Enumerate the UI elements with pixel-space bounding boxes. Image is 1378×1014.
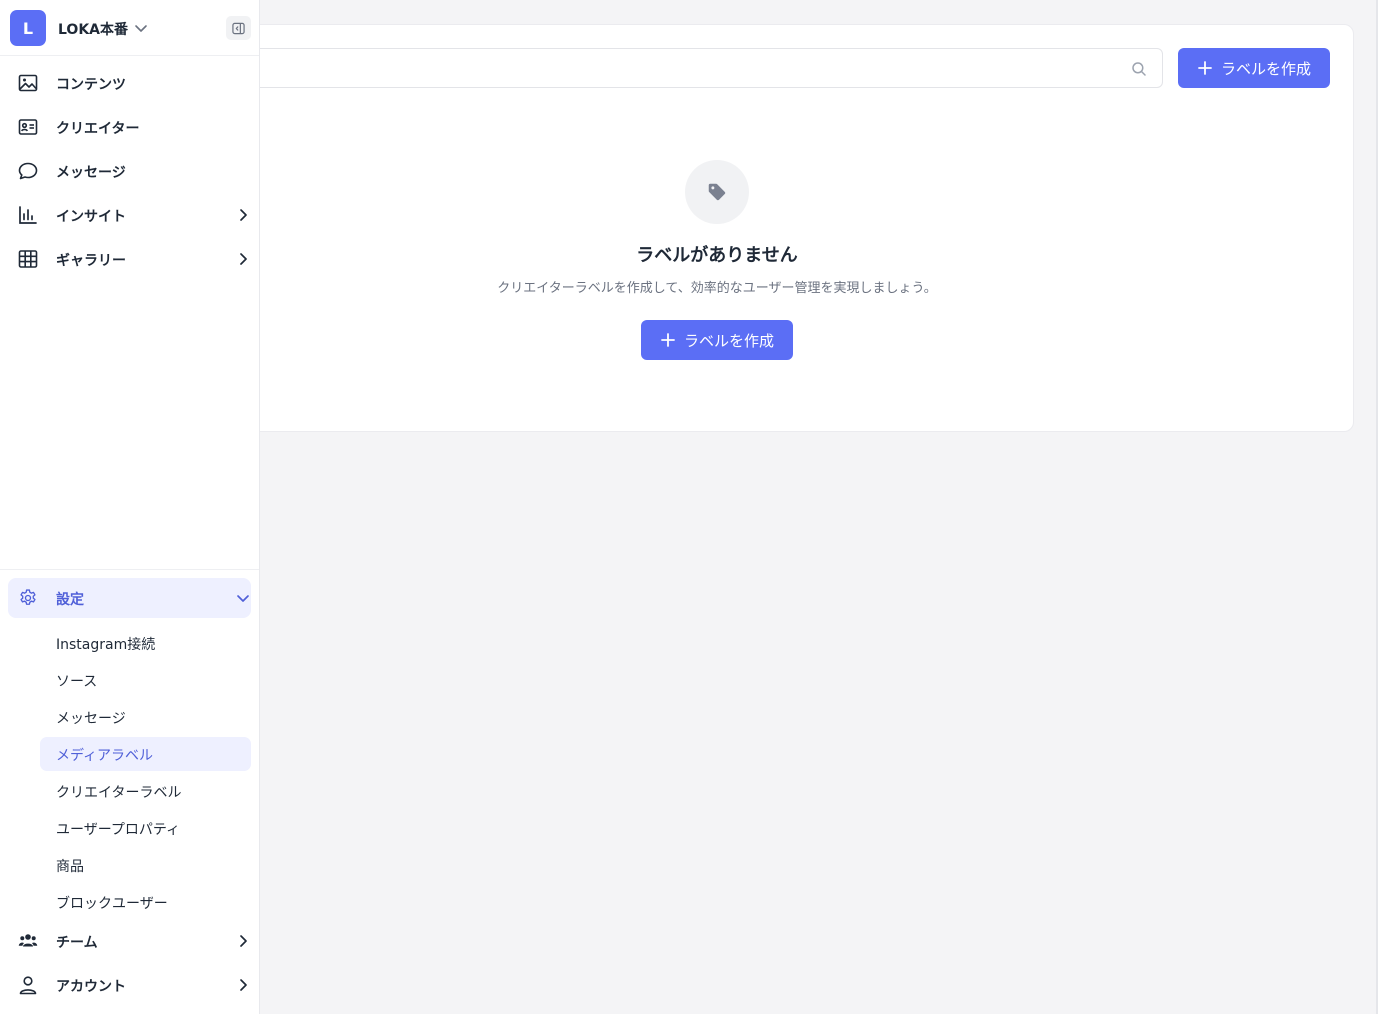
search-icon (1132, 62, 1146, 76)
empty-state-title: ラベルがありません (636, 245, 798, 266)
sidebar-item-label: コンテンツ (56, 77, 126, 93)
labels-card: ラベルを作成 ラベルがありません クリエイターラベルを作成して、効率的なユーザー… (236, 24, 1354, 432)
empty-state-description: クリエイターラベルを作成して、効率的なユーザー管理を実現しましょう。 (497, 281, 937, 296)
sidebar-item-gallery[interactable]: ギャラリー (8, 239, 251, 279)
settings-sub-item-blocked-users[interactable]: ブロックユーザー (40, 885, 251, 919)
chat-bubble-icon (18, 162, 38, 180)
sidebar-item-insights[interactable]: インサイト (8, 195, 251, 235)
plus-icon (661, 333, 675, 347)
gear-icon (20, 589, 36, 605)
sidebar-item-label: ギャラリー (56, 253, 126, 269)
settings-sub-item-media-labels[interactable]: メディアラベル (40, 737, 251, 771)
sidebar-item-account[interactable]: アカウント (8, 965, 251, 1005)
settings-sub-item-sources[interactable]: ソース (40, 663, 251, 697)
chevron-right-icon (240, 209, 247, 221)
sidebar-item-label: インサイト (56, 209, 126, 225)
sidebar-item-settings[interactable]: 設定 (8, 578, 251, 618)
sub-item-label: メディアラベル (56, 748, 154, 764)
workspace-name: LOKA本番 (58, 22, 129, 38)
empty-state-create-label-text: ラベルを作成 (683, 331, 774, 350)
plus-icon (1198, 61, 1212, 75)
sidebar-item-label: アカウント (56, 979, 126, 995)
sidebar-item-label: メッセージ (56, 165, 126, 181)
chevron-down-icon (237, 595, 249, 602)
grid-icon (18, 250, 38, 268)
chevron-down-icon (135, 25, 147, 32)
users-icon (18, 934, 38, 947)
chevron-right-icon (240, 935, 247, 947)
sub-item-label: ソース (56, 674, 98, 690)
empty-state-create-label-button[interactable]: ラベルを作成 (641, 320, 793, 360)
sidebar-divider (0, 569, 259, 570)
sidebar-item-messages[interactable]: メッセージ (8, 151, 251, 191)
settings-sub-item-products[interactable]: 商品 (40, 848, 251, 882)
image-icon (18, 74, 38, 92)
settings-sub-item-user-properties[interactable]: ユーザープロパティ (40, 811, 251, 845)
settings-sub-item-creator-labels[interactable]: クリエイターラベル (40, 774, 251, 808)
settings-sub-item-messages[interactable]: メッセージ (40, 700, 251, 734)
create-label-button[interactable]: ラベルを作成 (1178, 48, 1330, 88)
workspace-avatar: L (10, 10, 46, 46)
sidebar-toggle-icon (232, 22, 245, 34)
search-field[interactable] (236, 48, 1163, 88)
tag-icon (708, 183, 726, 201)
sidebar-item-contents[interactable]: コンテンツ (8, 63, 251, 103)
sub-item-label: 商品 (56, 859, 84, 875)
chevron-right-icon (240, 253, 247, 265)
create-label-button-label: ラベルを作成 (1220, 59, 1311, 78)
sidebar-item-creators[interactable]: クリエイター (8, 107, 251, 147)
chevron-right-icon (240, 979, 247, 991)
settings-sub-item-instagram[interactable]: Instagram接続 (40, 626, 251, 660)
sidebar-item-label: チーム (56, 935, 98, 951)
sub-item-label: Instagram接続 (56, 637, 156, 653)
sidebar-item-team[interactable]: チーム (8, 921, 251, 961)
sidebar-item-label: 設定 (56, 592, 84, 608)
user-icon (19, 976, 37, 995)
id-card-icon (18, 119, 38, 135)
sub-item-label: メッセージ (56, 711, 126, 727)
bar-chart-icon (19, 206, 37, 224)
collapse-sidebar-button[interactable] (226, 16, 251, 40)
sidebar-item-label: クリエイター (56, 121, 140, 137)
sub-item-label: クリエイターラベル (56, 785, 182, 801)
empty-state-icon-circle (685, 160, 749, 224)
search-input[interactable] (267, 49, 1107, 87)
sidebar: L LOKA本番 コンテンツ クリエイター メッセージ インサイト ギャラリー … (0, 0, 260, 1014)
sub-item-label: ユーザープロパティ (56, 822, 181, 838)
workspace-switcher[interactable]: L LOKA本番 (0, 0, 259, 56)
sub-item-label: ブロックユーザー (56, 896, 168, 912)
